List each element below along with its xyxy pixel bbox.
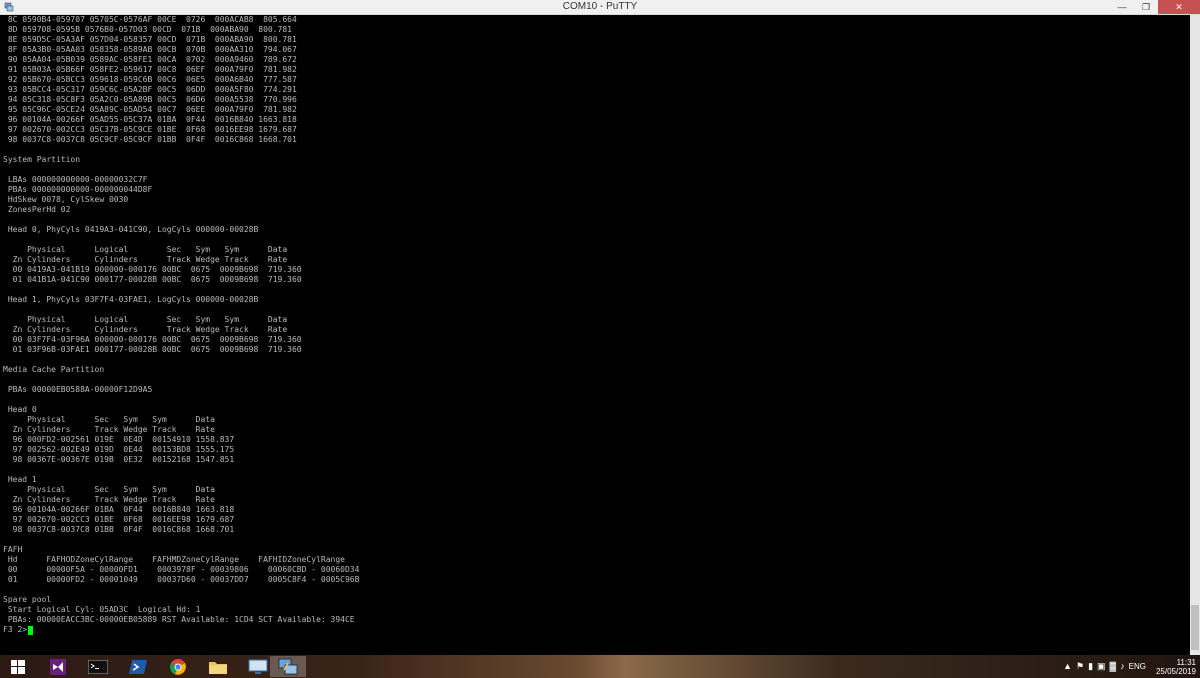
terminal-line: Physical Sec Sym Sym Data	[3, 415, 215, 424]
windows-logo-icon	[11, 659, 25, 674]
terminal-line: Zn Cylinders Cylinders Track Wedge Track…	[3, 255, 288, 264]
close-button[interactable]: ✕	[1158, 0, 1200, 14]
taskbar: ▲ ⚑ ▮ ▣ ▓ ♪ ENG 11:31 25/05/2019	[0, 655, 1200, 678]
terminal-line: PBAs: 00000EACC3BC-00000EB05889 RST Avai…	[3, 615, 355, 624]
clock[interactable]: 11:31 25/05/2019	[1156, 658, 1196, 676]
terminal-line: Start Logical Cyl: 05AD3C Logical Hd: 1	[3, 605, 201, 614]
taskbar-putty[interactable]	[270, 656, 306, 677]
folder-icon	[209, 661, 227, 674]
terminal-line: Physical Logical Sec Sym Sym Data	[3, 315, 288, 324]
terminal-line: 96 00104A-00266F 01BA 0F44 0016B840 1663…	[3, 505, 235, 514]
network-icon[interactable]: ▣	[1097, 655, 1106, 678]
terminal-line: 01 041B1A-041C90 000177-00028B 00BC 0675…	[3, 275, 302, 284]
clock-date: 25/05/2019	[1155, 666, 1196, 676]
terminal-line: 98 00367E-00367E 019B 0E32 00152168 1547…	[3, 455, 235, 464]
terminal-line: 00 03F7F4-03F96A 000000-000176 00BC 0675…	[3, 335, 302, 344]
putty-icon	[278, 658, 298, 674]
window-titlebar[interactable]: COM10 - PuTTY — ❐ ✕	[0, 0, 1200, 15]
terminal-line: 8D 059708-0595B 0576B0-057D03 00CD 071B …	[3, 25, 292, 34]
terminal-line: Zn Cylinders Cylinders Track Wedge Track…	[3, 325, 288, 334]
terminal-line: 96 00104A-00266F 05AD55-05C37A 01BA 0F44…	[3, 115, 297, 124]
terminal-line: LBAs 000000000000-00000032C7F	[3, 175, 148, 184]
terminal-line: 97 002562-002E49 019D 0E44 00153BD8 1555…	[3, 445, 235, 454]
taskbar-visual-studio[interactable]	[40, 656, 76, 677]
flag-icon[interactable]: ⚑	[1076, 655, 1084, 678]
terminal-line: 8C 0590B4-059707 05705C-0576AF 00CE 0726…	[3, 15, 297, 24]
terminal-line: ZonesPerHd 02	[3, 205, 71, 214]
terminal-line: 97 002670-002CC3 05C37B-05C9CE 01BE 0F68…	[3, 125, 297, 134]
terminal-line: Head 1	[3, 475, 37, 484]
system-tray: ▲ ⚑ ▮ ▣ ▓ ♪ ENG 11:31 25/05/2019	[1063, 655, 1196, 678]
show-hidden-icons-icon[interactable]: ▲	[1063, 655, 1072, 678]
terminal-line: Physical Sec Sym Sym Data	[3, 485, 215, 494]
terminal-line: 93 05BCC4-05C317 059C6C-05A2BF 00C5 06DD…	[3, 85, 297, 94]
terminal-line: 92 05B670-05BCC3 059618-059C6B 00C6 06E5…	[3, 75, 297, 84]
chrome-icon	[170, 658, 186, 675]
window-title: COM10 - PuTTY	[562, 1, 638, 12]
terminal-line: 01 00000FD2 - 00001049 00037D60 - 00037D…	[3, 575, 360, 584]
terminal-line: 94 05C318-05C8F3 05A2C0-05A89B 00C5 06D6…	[3, 95, 297, 104]
powershell-icon	[129, 659, 147, 674]
terminal-line: PBAs 00000EB0588A-00000F12D9A5	[3, 385, 153, 394]
terminal-line: 95 05C96C-05CE24 05A89C-05AD54 00C7 06EE…	[3, 105, 297, 114]
terminal-line: 98 0037C8-0037C8 01BB 0F4F 0016C868 1668…	[3, 525, 235, 534]
terminal-line: 90 05AA04-05B039 0589AC-058FE1 00CA 0702…	[3, 55, 297, 64]
start-button[interactable]	[0, 656, 36, 677]
terminal-line: 01 03F96B-03FAE1 000177-00028B 00BC 0675…	[3, 345, 302, 354]
terminal-line: 91 05B03A-05B66F 058FE2-059617 00C8 06EF…	[3, 65, 297, 74]
taskbar-command-prompt[interactable]	[80, 656, 116, 677]
terminal-line: HdSkew 0078, CylSkew 0030	[3, 195, 129, 204]
prompt-row[interactable]: F3 2>	[3, 625, 34, 635]
terminal-line: 96 000FD2-002561 019E 0E4D 00154910 1558…	[3, 435, 235, 444]
vertical-scrollbar[interactable]	[1190, 15, 1200, 655]
restore-button[interactable]: ❐	[1134, 0, 1158, 14]
monitor-icon	[248, 659, 268, 674]
terminal-output[interactable]: 8C 0590B4-059707 05705C-0576AF 00CE 0726…	[0, 15, 1190, 655]
terminal-line: 00 00000F5A - 00000FD1 0003978F - 000398…	[3, 565, 360, 574]
terminal-line: Spare pool	[3, 595, 52, 604]
battery-icon[interactable]: ▮	[1088, 655, 1093, 678]
terminal-line: Media Cache Partition	[3, 365, 105, 374]
terminal-line: Head 0, PhyCyls 0419A3-041C90, LogCyls 0…	[3, 225, 259, 234]
terminal-line: Head 1, PhyCyls 03F7F4-03FAE1, LogCyls 0…	[3, 295, 259, 304]
terminal-line: System Partition	[3, 155, 81, 164]
scrollbar-thumb[interactable]	[1191, 605, 1199, 650]
terminal-line: Hd FAFHODZoneCylRange FAFHMDZoneCylRange…	[3, 555, 345, 564]
taskbar-powershell[interactable]	[120, 656, 156, 677]
minimize-button[interactable]: —	[1110, 0, 1134, 14]
terminal-line: Zn Cylinders Track Wedge Track Rate	[3, 425, 215, 434]
terminal-line: 8E 059D5C-05A3AF 057D04-058357 00CD 071B…	[3, 35, 297, 44]
terminal-line: Physical Logical Sec Sym Sym Data	[3, 245, 288, 254]
terminal-line: 00 0419A3-041B19 000000-000176 00BC 0675…	[3, 265, 302, 274]
terminal-line: 98 0037C8-0037C8 05C9CF-05C9CF 01BB 0F4F…	[3, 135, 297, 144]
terminal-line: Zn Cylinders Track Wedge Track Rate	[3, 495, 215, 504]
taskbar-chrome[interactable]	[160, 656, 196, 677]
terminal-line: 8F 05A3B0-05AA03 058358-0589AB 00CB 070B…	[3, 45, 297, 54]
volume-icon[interactable]: ♪	[1120, 655, 1125, 678]
language-indicator[interactable]: ENG	[1129, 662, 1146, 671]
text-cursor	[28, 625, 34, 635]
terminal-line: 97 002670-002CC3 01BE 0F68 0016EE98 1679…	[3, 515, 235, 524]
visual-studio-icon	[50, 658, 66, 675]
clock-time: 11:31	[1176, 657, 1196, 667]
terminal-prompt: F3 2>	[3, 625, 28, 634]
terminal-line: Head 0	[3, 405, 37, 414]
command-prompt-icon	[88, 659, 108, 674]
taskbar-file-explorer[interactable]	[200, 656, 236, 677]
terminal-line: FAFH	[3, 545, 23, 554]
terminal-line: PBAs 000000000000-000000044D8F	[3, 185, 153, 194]
signal-icon[interactable]: ▓	[1110, 655, 1117, 678]
